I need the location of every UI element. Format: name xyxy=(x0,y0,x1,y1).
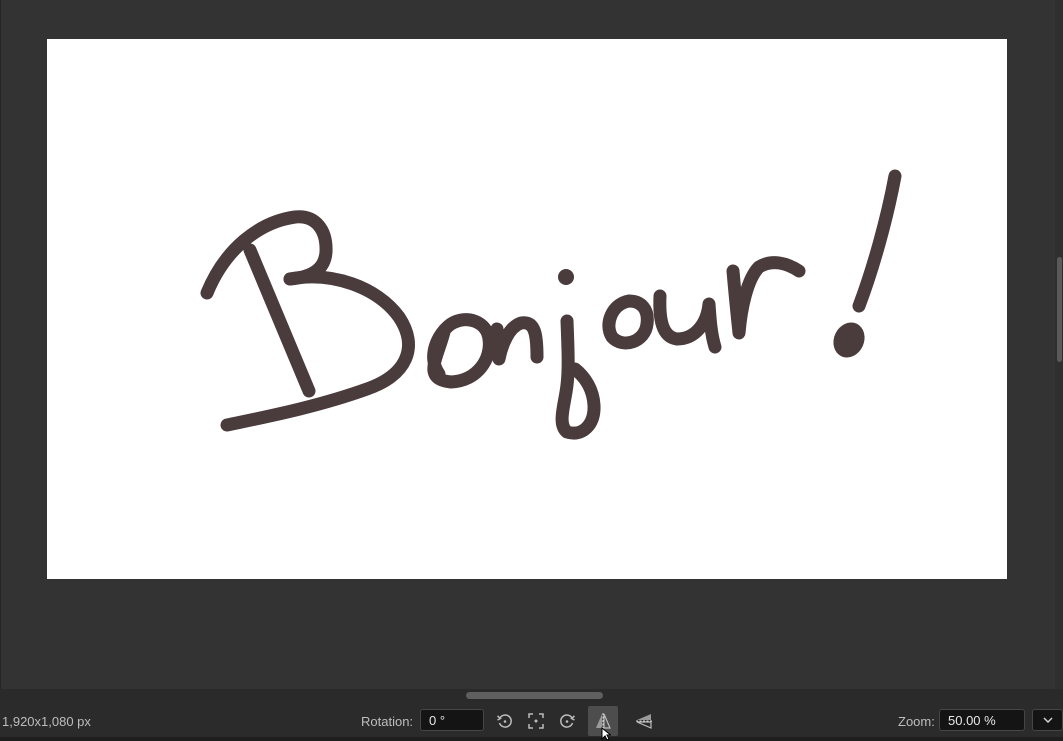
rotate-right-button[interactable] xyxy=(553,706,583,736)
vertical-scrollbar[interactable] xyxy=(1055,0,1063,689)
mouse-pointer-icon xyxy=(601,727,611,741)
chevron-down-icon xyxy=(1042,717,1053,723)
stroke-j-dot xyxy=(558,269,574,285)
mirror-vertical-button[interactable] xyxy=(629,706,659,736)
mirror-vertical-icon xyxy=(636,714,652,729)
stroke-o xyxy=(427,313,496,389)
rotate-left-button[interactable] xyxy=(489,706,519,736)
rotation-label: Rotation: xyxy=(361,714,414,729)
canvas-viewport[interactable] xyxy=(0,0,1055,689)
fit-to-view-icon xyxy=(528,713,544,729)
viewport-edge xyxy=(0,0,1,689)
stroke-u xyxy=(653,289,722,354)
app-window: 1,920x1,080 px Rotation: 0 ° Zoom: 50.00… xyxy=(0,0,1063,741)
handwriting-bonjour xyxy=(200,169,902,440)
document-size-label: 1,920x1,080 px xyxy=(2,714,91,729)
stroke-r xyxy=(726,256,806,340)
zoom-dropdown-button[interactable] xyxy=(1032,709,1063,731)
fit-to-view-button[interactable] xyxy=(521,706,551,736)
rotation-input[interactable]: 0 ° xyxy=(420,709,484,731)
status-bar: 1,920x1,080 px Rotation: 0 ° Zoom: 50.00… xyxy=(0,702,1063,741)
horizontal-scrollbar[interactable] xyxy=(0,689,1063,702)
stroke-exclamation-dot xyxy=(833,322,865,358)
stroke-j xyxy=(555,314,601,440)
vertical-scroll-thumb[interactable] xyxy=(1057,257,1062,362)
zoom-input[interactable]: 50.00 % xyxy=(939,709,1025,731)
status-bar-border xyxy=(0,737,1063,741)
stroke-exclamation xyxy=(852,169,902,313)
stroke-n xyxy=(490,316,544,366)
rotate-right-icon xyxy=(560,714,575,728)
zoom-label: Zoom: xyxy=(898,714,935,729)
rotate-left-icon xyxy=(497,714,512,728)
document-canvas[interactable] xyxy=(47,39,1007,579)
horizontal-scroll-thumb[interactable] xyxy=(466,692,603,699)
stroke-b-bowl xyxy=(220,270,415,432)
stroke-o2 xyxy=(602,294,654,350)
